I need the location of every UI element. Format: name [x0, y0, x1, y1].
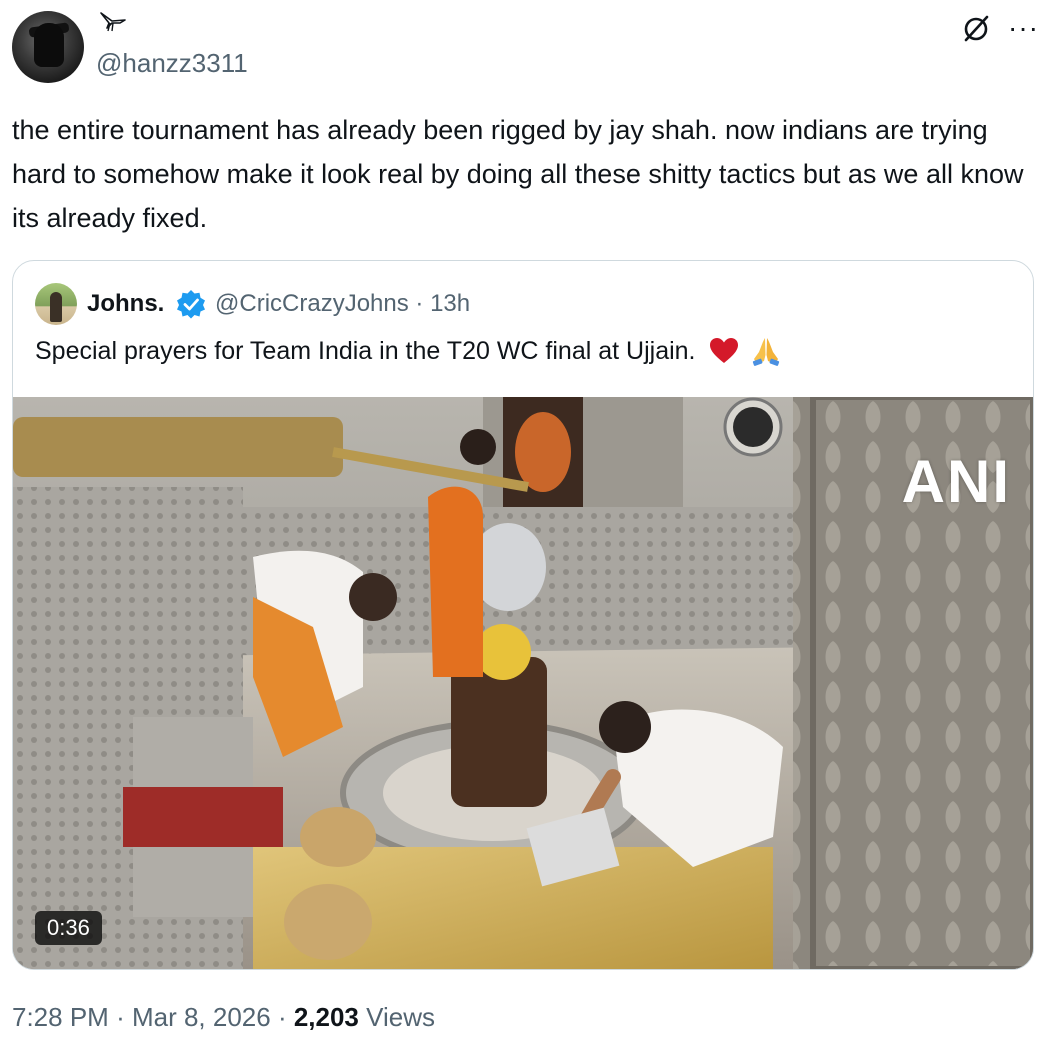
folded-hands-emoji	[752, 338, 779, 366]
verified-badge-icon	[177, 290, 205, 319]
video-duration: 0:36	[35, 911, 102, 945]
red-heart-emoji	[709, 338, 738, 363]
more-options-icon[interactable]: ···	[1008, 14, 1039, 42]
grok-icon[interactable]	[958, 10, 994, 46]
tweet-date[interactable]: Mar 8, 2026	[132, 1002, 271, 1032]
quoted-text: Special prayers for Team India in the T2…	[35, 337, 696, 365]
views-count: 2,203	[293, 1002, 359, 1032]
quoted-avatar[interactable]	[35, 283, 77, 325]
video-frame	[13, 397, 1033, 969]
tweet-time[interactable]: 7:28 PM	[12, 1002, 109, 1032]
video-player[interactable]: ANI 0:36	[13, 397, 1033, 969]
tweet-text: the entire tournament has already been r…	[12, 115, 1024, 233]
ani-watermark: ANI	[901, 448, 1011, 515]
meta-separator: ·	[116, 1002, 132, 1032]
quoted-handle-time[interactable]: @CricCrazyJohns · 13h	[215, 290, 470, 318]
author-handle[interactable]: @hanzz3311	[96, 48, 248, 79]
views-label: Views	[366, 1002, 436, 1032]
avatar-figure	[34, 23, 64, 67]
tweet-actions: ···	[958, 10, 1039, 46]
quoted-tweet[interactable]: Johns. @CricCrazyJohns · 13h Special pra…	[12, 260, 1034, 970]
tweet-meta: 7:28 PM · Mar 8, 2026 · 2,203 Views	[12, 1002, 435, 1033]
user-avatar[interactable]	[12, 11, 84, 83]
bird-icon	[100, 12, 126, 32]
quoted-display-name[interactable]: Johns.	[87, 290, 164, 318]
meta-separator: ·	[277, 1002, 294, 1032]
